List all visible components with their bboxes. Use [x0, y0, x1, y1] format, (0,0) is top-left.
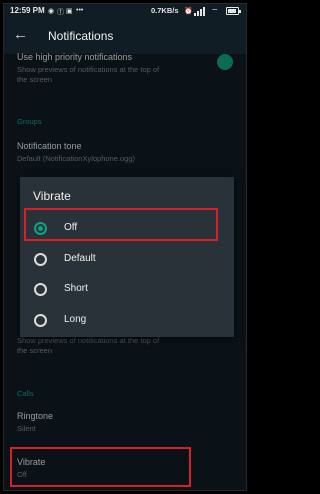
battery-icon [226, 7, 241, 15]
arrow-back-icon[interactable]: ← [13, 26, 28, 43]
whatsapp-icon: ◉ [48, 8, 55, 15]
more-dots-icon: ••• [76, 7, 84, 14]
option-label: Default [64, 253, 96, 264]
option-label: Short [64, 283, 88, 294]
vibrate-dialog: Vibrate Off Default Short Long [20, 177, 234, 337]
signal-icon [194, 7, 208, 16]
radio-unselected-icon[interactable] [34, 314, 47, 327]
radio-unselected-icon[interactable] [34, 283, 47, 296]
option-label: Off [64, 222, 78, 233]
app-bar: ← Notifications [4, 20, 246, 54]
status-bar: 12:59 PM ◉ ⓕ ▣ ••• 0.7KB/s ⏰ ⌔ [4, 4, 246, 20]
dialog-title: Vibrate [33, 189, 71, 203]
option-off[interactable]: Off [20, 214, 234, 244]
alarm-icon: ⏰ [184, 8, 193, 15]
radio-selected-icon[interactable] [34, 222, 47, 235]
gallery-icon: ▣ [66, 8, 73, 15]
phone-screen: 12:59 PM ◉ ⓕ ▣ ••• 0.7KB/s ⏰ ⌔ ← Notific… [3, 3, 247, 491]
network-speed: 0.7KB/s [151, 6, 179, 15]
status-time: 12:59 PM [10, 6, 45, 15]
radio-unselected-icon[interactable] [34, 253, 47, 266]
option-default[interactable]: Default [20, 245, 234, 275]
facebook-icon: ⓕ [57, 9, 64, 16]
option-label: Long [64, 314, 87, 325]
option-long[interactable]: Long [20, 306, 234, 336]
page-title: Notifications [48, 29, 114, 43]
wifi-icon: ⌔ [211, 7, 219, 16]
option-short[interactable]: Short [20, 275, 234, 305]
